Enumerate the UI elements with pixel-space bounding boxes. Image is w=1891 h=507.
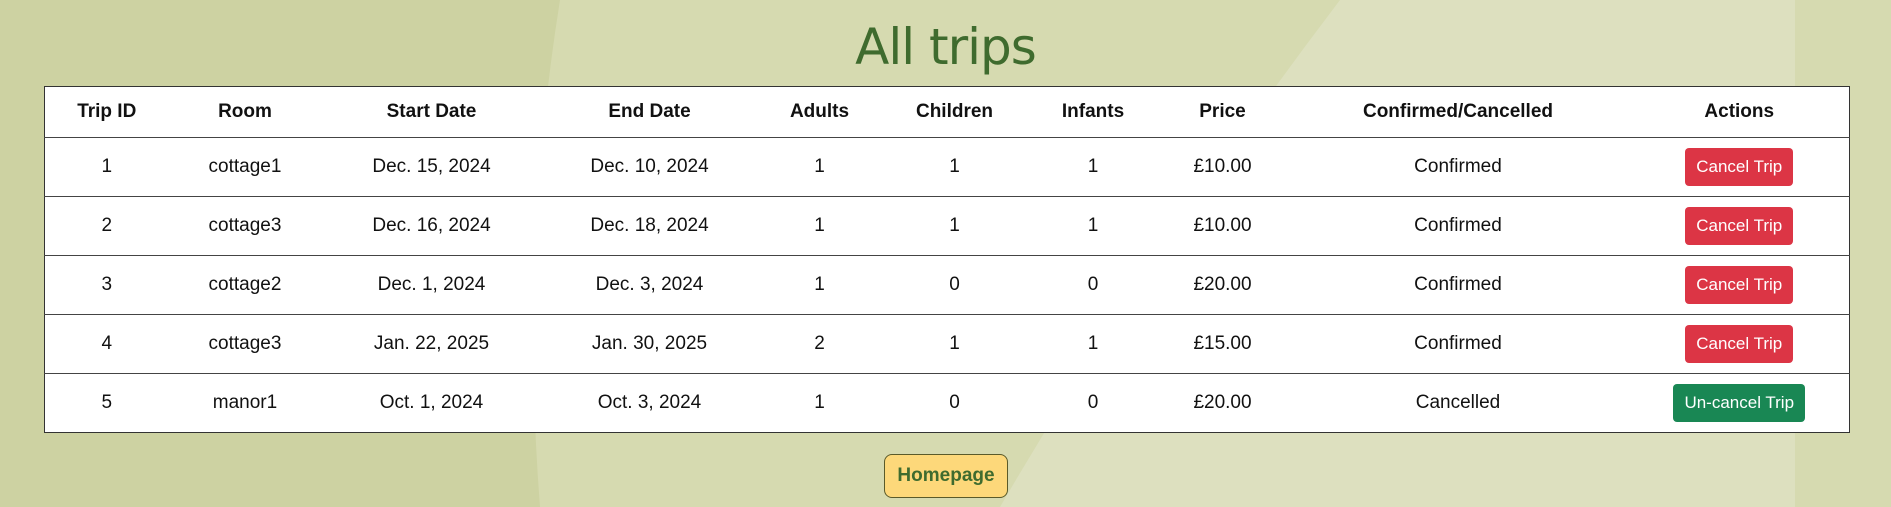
cell-price: £10.00 xyxy=(1158,137,1287,197)
cell-price: £20.00 xyxy=(1158,255,1287,315)
cell-price: £20.00 xyxy=(1193,392,1252,413)
cell-status: Confirmed xyxy=(1286,314,1630,374)
cell-infants: 0 xyxy=(1027,255,1159,315)
cell-adults: 2 xyxy=(757,314,882,374)
cell-price: £10.00 xyxy=(1158,196,1287,256)
cell-start-date: Dec. 1, 2024 xyxy=(321,255,542,315)
cell-trip-id: 1 xyxy=(44,137,169,197)
cell-actions: Cancel Trip xyxy=(1629,255,1850,315)
homepage-button[interactable]: Homepage xyxy=(884,454,1008,498)
header-actions: Actions xyxy=(1629,86,1850,138)
page-title: All trips xyxy=(855,18,1037,76)
page: All trips Trip ID Room Start Date End Da… xyxy=(0,0,1891,507)
cell-end-date: Dec. 18, 2024 xyxy=(541,196,758,256)
table-row: 5 manor1 Oct. 1, 2024 Oct. 3, 2024 1 0 0… xyxy=(45,374,1850,433)
cell-room: cottage3 xyxy=(168,314,322,374)
cell-start-date: Dec. 16, 2024 xyxy=(321,196,542,256)
cell-trip-id: 4 xyxy=(44,314,169,374)
cell-actions: Cancel Trip xyxy=(1629,314,1850,374)
cell-trip-id: 2 xyxy=(44,196,169,256)
header-price: Price xyxy=(1158,86,1287,138)
table-row: 2 cottage3 Dec. 16, 2024 Dec. 18, 2024 1… xyxy=(44,196,1850,256)
cell-children: 1 xyxy=(881,137,1028,197)
cell-adults: 1 xyxy=(814,392,825,413)
cell-end-date: Dec. 3, 2024 xyxy=(541,255,758,315)
cell-infants: 1 xyxy=(1027,137,1159,197)
cell-status: Confirmed xyxy=(1286,255,1630,315)
cell-status: Confirmed xyxy=(1286,137,1630,197)
cell-price: £15.00 xyxy=(1158,314,1287,374)
cell-start-date: Dec. 15, 2024 xyxy=(321,137,542,197)
header-status: Confirmed/Cancelled xyxy=(1286,86,1630,138)
cell-end-date: Dec. 10, 2024 xyxy=(541,137,758,197)
cell-adults: 1 xyxy=(757,137,882,197)
cell-start-date: Oct. 1, 2024 xyxy=(379,392,484,413)
cell-room: cottage1 xyxy=(168,137,322,197)
cell-children: 1 xyxy=(881,196,1028,256)
uncancel-trip-button[interactable]: Un-cancel Trip xyxy=(1673,384,1806,422)
table-header-row: Trip ID Room Start Date End Date Adults … xyxy=(44,86,1850,138)
cell-trip-id: 3 xyxy=(44,255,169,315)
cancel-trip-button[interactable]: Cancel Trip xyxy=(1685,325,1794,363)
header-room: Room xyxy=(168,86,322,138)
cell-end-date: Jan. 30, 2025 xyxy=(541,314,758,374)
cell-start-date: Jan. 22, 2025 xyxy=(321,314,542,374)
cell-room: cottage2 xyxy=(168,255,322,315)
cell-infants: 0 xyxy=(1087,392,1099,413)
cell-infants: 1 xyxy=(1027,196,1159,256)
cell-adults: 1 xyxy=(757,255,882,315)
cell-actions: Cancel Trip xyxy=(1629,137,1850,197)
cancel-trip-button[interactable]: Cancel Trip xyxy=(1685,207,1794,245)
header-end-date: End Date xyxy=(541,86,758,138)
header-adults: Adults xyxy=(757,86,882,138)
cell-status: Confirmed xyxy=(1286,196,1630,256)
header-start-date: Start Date xyxy=(321,86,542,138)
header-children: Children xyxy=(881,86,1028,138)
header-trip-id: Trip ID xyxy=(44,86,169,138)
cell-children: 0 xyxy=(881,255,1028,315)
cell-infants: 1 xyxy=(1027,314,1159,374)
cell-status: Cancelled xyxy=(1415,392,1501,413)
cancel-trip-button[interactable]: Cancel Trip xyxy=(1685,148,1794,186)
trips-table: Trip ID Room Start Date End Date Adults … xyxy=(44,86,1850,433)
cell-end-date: Oct. 3, 2024 xyxy=(597,392,702,413)
cell-actions: Cancel Trip xyxy=(1629,196,1850,256)
cell-adults: 1 xyxy=(757,196,882,256)
cancel-trip-button[interactable]: Cancel Trip xyxy=(1685,266,1794,304)
cell-actions: Un-cancel Trip xyxy=(1630,374,1850,433)
header-infants: Infants xyxy=(1027,86,1159,138)
table-row: 3 cottage2 Dec. 1, 2024 Dec. 3, 2024 1 0… xyxy=(44,255,1850,315)
cell-room: cottage3 xyxy=(168,196,322,256)
cell-room: manor1 xyxy=(212,392,278,413)
table-row: 1 cottage1 Dec. 15, 2024 Dec. 10, 2024 1… xyxy=(44,137,1850,197)
cell-children: 0 xyxy=(949,392,960,413)
cell-children: 1 xyxy=(881,314,1028,374)
cell-trip-id: 5 xyxy=(101,392,113,413)
table-row: 4 cottage3 Jan. 22, 2025 Jan. 30, 2025 2… xyxy=(44,314,1850,374)
